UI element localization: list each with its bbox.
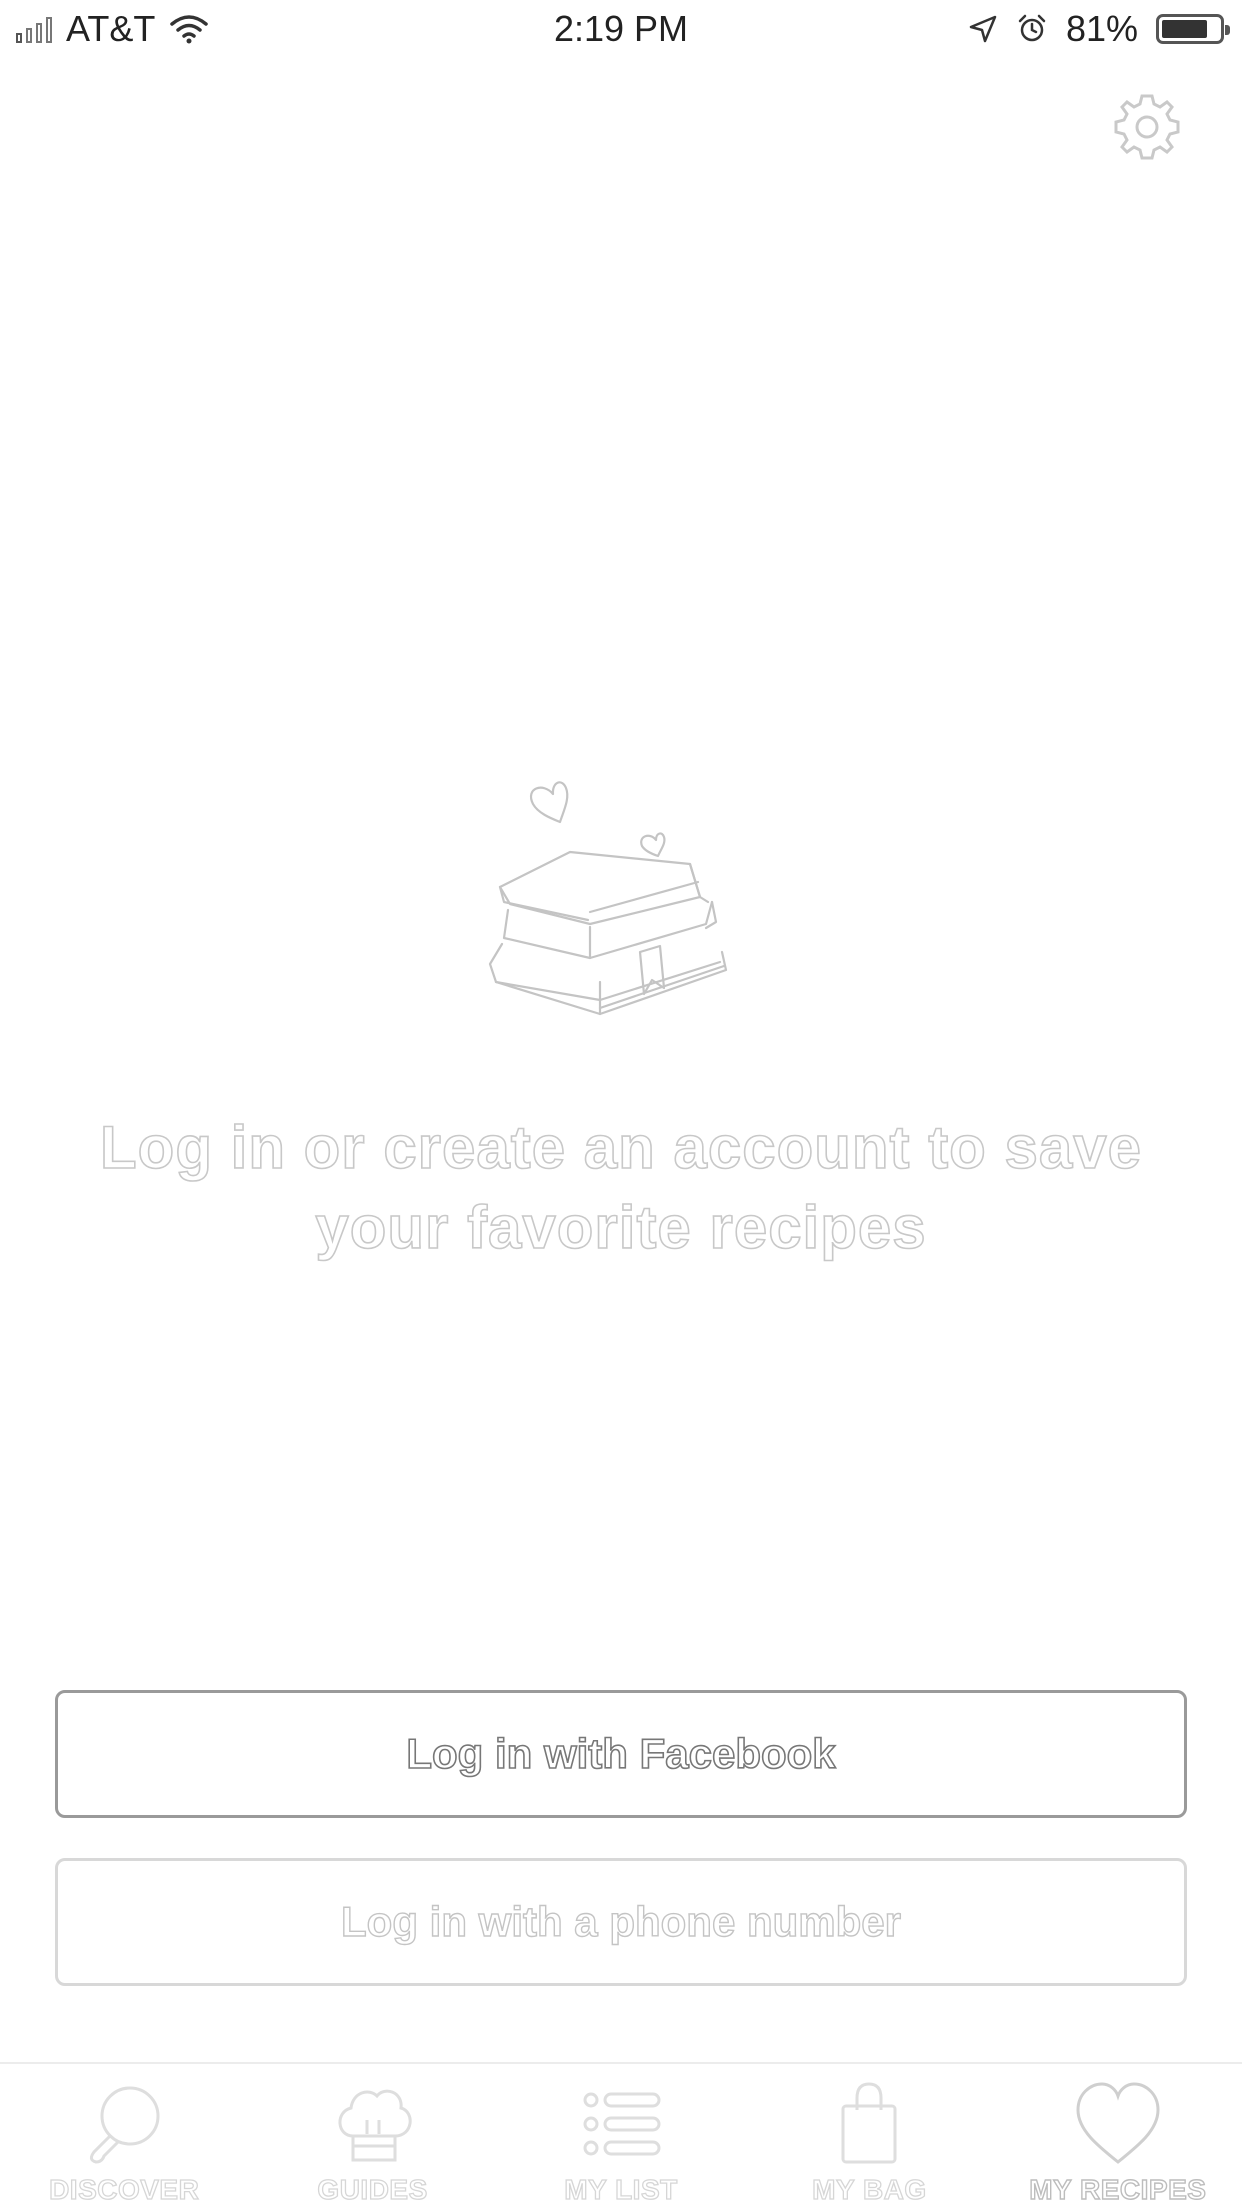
phone-login-button[interactable]: Log in with a phone number [55,1858,1187,1986]
battery-percent: 81% [1065,8,1138,49]
tab-my-bag[interactable]: MY BAG [745,2064,993,2210]
books-hearts-illustration [488,781,728,1016]
gear-icon[interactable] [1110,90,1184,164]
message-line-2: your favorite recipes [315,1193,927,1262]
chef-hat-icon [338,2089,412,2162]
status-bar-right: 81% [968,8,1230,50]
facebook-login-label: Log in with Facebook [406,1729,837,1778]
tab-bar: DISCOVER GUIDES MY LIST MY BAG MY RECIPE… [0,2062,1242,2210]
list-icon [583,2092,661,2156]
empty-state-message: Log in or create an account to save your… [60,1108,1182,1268]
heart-icon [1076,2082,1160,2164]
tab-my-bag-label: MY BAG [812,2173,927,2205]
battery-icon [1156,14,1230,44]
tab-my-list[interactable]: MY LIST [497,2064,745,2210]
phone-login-label: Log in with a phone number [340,1897,901,1945]
tab-discover-label: DISCOVER [48,2173,200,2205]
tab-my-recipes-label: MY RECIPES [1029,2173,1207,2205]
tab-my-recipes[interactable]: MY RECIPES [994,2064,1242,2210]
tab-my-list-label: MY LIST [564,2173,678,2205]
facebook-login-button[interactable]: Log in with Facebook [55,1690,1187,1818]
tab-discover[interactable]: DISCOVER [0,2064,248,2210]
search-icon [90,2086,160,2164]
tab-guides-label: GUIDES [317,2173,428,2205]
message-line-1: Log in or create an account to save [99,1113,1142,1182]
tab-guides[interactable]: GUIDES [248,2064,496,2210]
status-bar: AT&T 2:19 PM 81% [0,0,1242,60]
location-arrow-icon [969,15,997,43]
battery-level-fill [1162,20,1207,38]
alarm-icon [1018,14,1046,42]
shopping-bag-icon [841,2082,897,2164]
